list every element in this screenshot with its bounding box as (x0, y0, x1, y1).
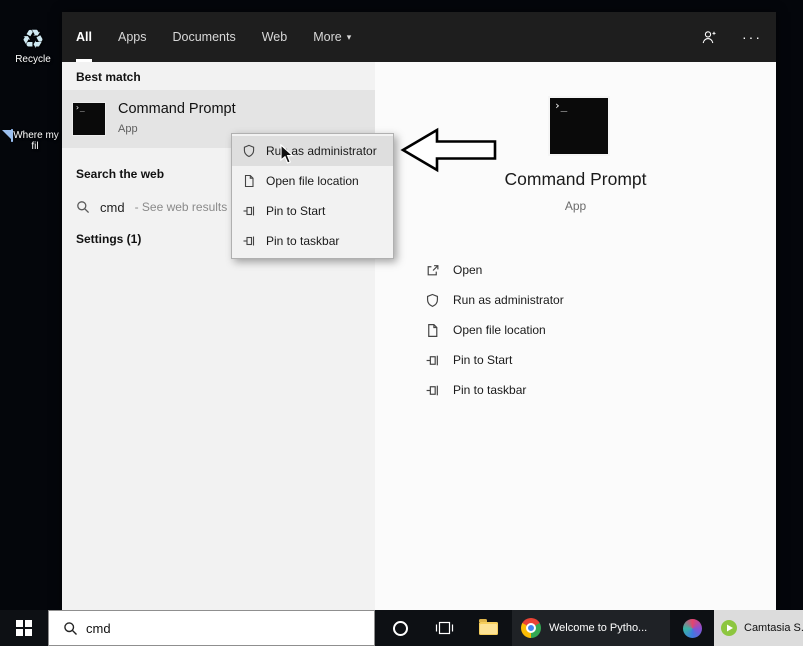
admin-shield-icon (242, 144, 256, 158)
tab-apps[interactable]: Apps (118, 12, 147, 62)
action-pin-to-taskbar[interactable]: Pin to taskbar (425, 375, 564, 405)
taskbar-window-camtasia[interactable]: Camtasia S... (714, 610, 803, 646)
task-view-button[interactable] (424, 610, 464, 646)
more-options-icon[interactable]: ··· (742, 29, 762, 45)
camtasia-icon (720, 619, 738, 637)
result-subtitle: App (118, 123, 138, 135)
preview-subtitle: App (375, 199, 776, 213)
mouse-cursor (280, 144, 295, 165)
annotation-arrow-icon (400, 126, 498, 174)
windows-logo-icon (16, 620, 32, 636)
feedback-user-icon[interactable] (701, 29, 718, 46)
app-icon (683, 619, 702, 638)
action-open[interactable]: Open (425, 255, 564, 285)
preview-actions: Open Run as administrator Open file loca… (425, 255, 564, 405)
action-open-file-location[interactable]: Open file location (425, 315, 564, 345)
tab-all[interactable]: All (76, 12, 92, 62)
pin-icon (242, 204, 256, 218)
desktop-icon-recycle-bin[interactable]: ♻ Recycle (8, 24, 58, 65)
web-suffix-text: - See web results (135, 200, 228, 214)
header-actions: ··· (701, 12, 762, 62)
search-filter-header: All Apps Documents Web More ▾ (62, 12, 776, 62)
chevron-down-icon: ▾ (347, 32, 352, 43)
taskbar-app-button[interactable] (674, 610, 710, 646)
taskbar-search-box[interactable] (48, 610, 375, 646)
admin-shield-icon (425, 293, 440, 308)
taskbar: Welcome to Pytho... Camtasia S... (0, 610, 803, 646)
search-icon (76, 200, 90, 214)
best-match-section-label: Best match (76, 70, 141, 84)
command-prompt-icon-large (548, 96, 610, 156)
menu-item-pin-to-taskbar[interactable]: Pin to taskbar (232, 226, 393, 256)
menu-item-pin-to-start[interactable]: Pin to Start (232, 196, 393, 226)
tab-documents[interactable]: Documents (172, 12, 235, 62)
search-icon (63, 621, 78, 636)
windows-desktop-screen: ♻ Recycle Where my fil All Apps Document… (0, 0, 803, 646)
window-title: Welcome to Pytho... (549, 622, 647, 634)
file-explorer-button[interactable] (468, 610, 508, 646)
tab-web[interactable]: Web (262, 12, 287, 62)
web-query-text: cmd (100, 200, 125, 215)
window-title: Camtasia S... (744, 622, 803, 634)
desktop-icon-label: Where my fil (13, 130, 59, 152)
tab-more[interactable]: More ▾ (313, 12, 351, 62)
pin-icon (425, 383, 440, 398)
menu-item-run-as-administrator[interactable]: Run as administrator (232, 136, 393, 166)
menu-item-open-file-location[interactable]: Open file location (232, 166, 393, 196)
cortana-button[interactable] (380, 610, 420, 646)
result-title: Command Prompt (118, 101, 236, 117)
action-pin-to-start[interactable]: Pin to Start (425, 345, 564, 375)
chrome-icon (521, 618, 541, 638)
file-location-icon (425, 323, 440, 338)
pin-icon (425, 353, 440, 368)
document-icon (11, 129, 13, 142)
open-icon (425, 263, 440, 278)
action-run-as-administrator[interactable]: Run as administrator (425, 285, 564, 315)
command-prompt-icon (72, 102, 106, 136)
cortana-icon (393, 621, 408, 636)
search-filter-tabs: All Apps Documents Web More ▾ (76, 12, 351, 62)
taskbar-window-chrome[interactable]: Welcome to Pytho... (512, 610, 670, 646)
file-location-icon (242, 174, 256, 188)
taskbar-search-input[interactable] (86, 621, 326, 636)
task-view-icon (435, 620, 454, 636)
context-menu: Run as administrator Open file location … (231, 133, 394, 259)
search-web-section-label: Search the web (76, 167, 164, 181)
pin-icon (242, 234, 256, 248)
start-button[interactable] (0, 610, 48, 646)
start-search-panel: All Apps Documents Web More ▾ (62, 12, 776, 610)
desktop-icon-label: Recycle (15, 54, 51, 65)
folder-icon (479, 622, 498, 635)
desktop-icon-where-my-file[interactable]: Where my fil (10, 130, 60, 152)
settings-section-label: Settings (1) (76, 232, 141, 246)
recycle-bin-icon: ♻ (8, 24, 58, 54)
